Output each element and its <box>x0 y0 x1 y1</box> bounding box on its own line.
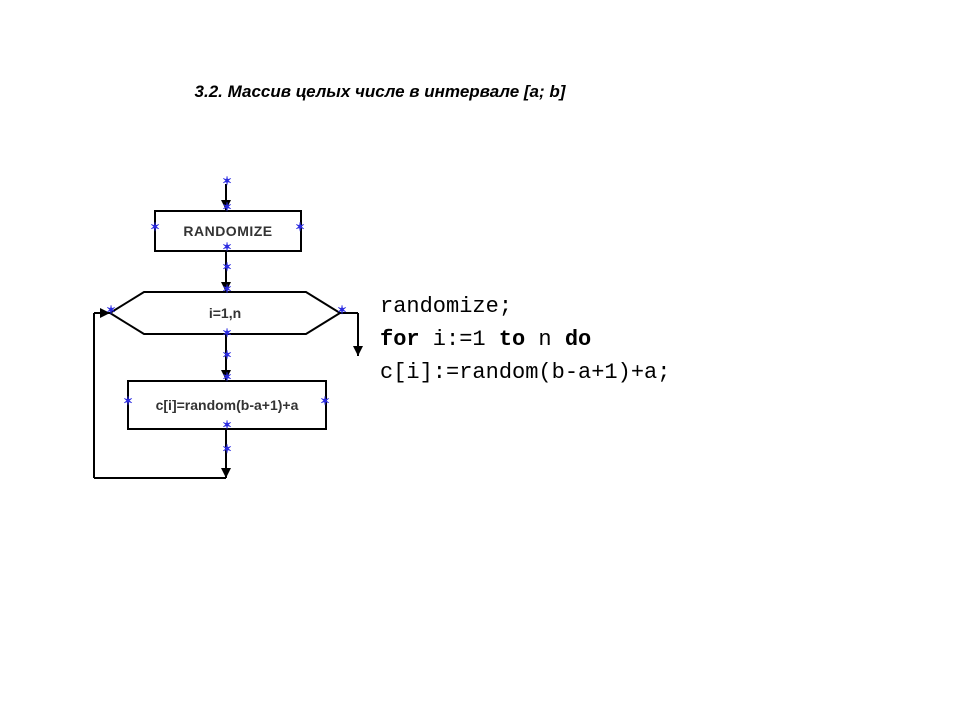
svg-text:✶: ✶ <box>222 348 232 362</box>
svg-text:✶: ✶ <box>222 260 232 274</box>
handle-marker: ✶ <box>337 309 344 316</box>
svg-text:✶: ✶ <box>222 200 232 214</box>
svg-text:✶: ✶ <box>106 303 116 317</box>
handle-marker: ✶ <box>320 400 327 407</box>
handle-marker: ✶ <box>222 288 229 295</box>
flow-box-assign-label: c[i]=random(b-a+1)+a <box>156 397 299 413</box>
flow-box-randomize-label: RANDOMIZE <box>183 223 272 239</box>
handle-marker: ✶ <box>222 332 229 339</box>
code-text: n <box>525 327 565 352</box>
svg-text:✶: ✶ <box>222 370 232 384</box>
svg-text:✶: ✶ <box>123 394 133 408</box>
handle-marker: ✶ <box>222 246 229 253</box>
handle-marker: ✶ <box>106 309 113 316</box>
handle-marker: ✶ <box>222 354 229 361</box>
code-kw-to: to <box>499 327 525 352</box>
flow-loop-label: i=1,n <box>209 305 241 321</box>
flowchart: RANDOMIZE ✶ ✶ ✶ ✶ ✶ ✶ i=1,n ✶ ✶ ✶ ✶ ✶ c[… <box>100 190 360 510</box>
handle-marker: ✶ <box>222 424 229 431</box>
svg-text:✶: ✶ <box>150 220 160 234</box>
handle-marker: ✶ <box>222 266 229 273</box>
section-title: 3.2. Массив целых числе в интервале [a; … <box>0 82 760 102</box>
svg-text:✶: ✶ <box>222 174 232 188</box>
handle-marker: ✶ <box>150 226 157 233</box>
svg-text:✶: ✶ <box>320 394 330 408</box>
handle-marker: ✶ <box>222 180 229 187</box>
svg-text:✶: ✶ <box>222 326 232 340</box>
svg-text:✶: ✶ <box>222 442 232 456</box>
code-kw-for: for <box>380 327 420 352</box>
code-line-3: c[i]:=random(b-a+1)+a; <box>380 360 670 385</box>
svg-text:✶: ✶ <box>222 240 232 254</box>
handle-marker: ✶ <box>123 400 130 407</box>
code-kw-do: do <box>565 327 591 352</box>
handle-marker: ✶ <box>222 376 229 383</box>
code-line-1: randomize; <box>380 294 512 319</box>
svg-text:✶: ✶ <box>222 418 232 432</box>
handle-marker: ✶ <box>222 206 229 213</box>
handle-marker: ✶ <box>295 226 302 233</box>
code-text: i:=1 <box>420 327 499 352</box>
handle-marker: ✶ <box>222 448 229 455</box>
code-listing: randomize; for i:=1 to n do c[i]:=random… <box>380 290 670 389</box>
svg-text:✶: ✶ <box>295 220 305 234</box>
svg-text:✶: ✶ <box>337 303 347 317</box>
svg-text:✶: ✶ <box>222 282 232 296</box>
